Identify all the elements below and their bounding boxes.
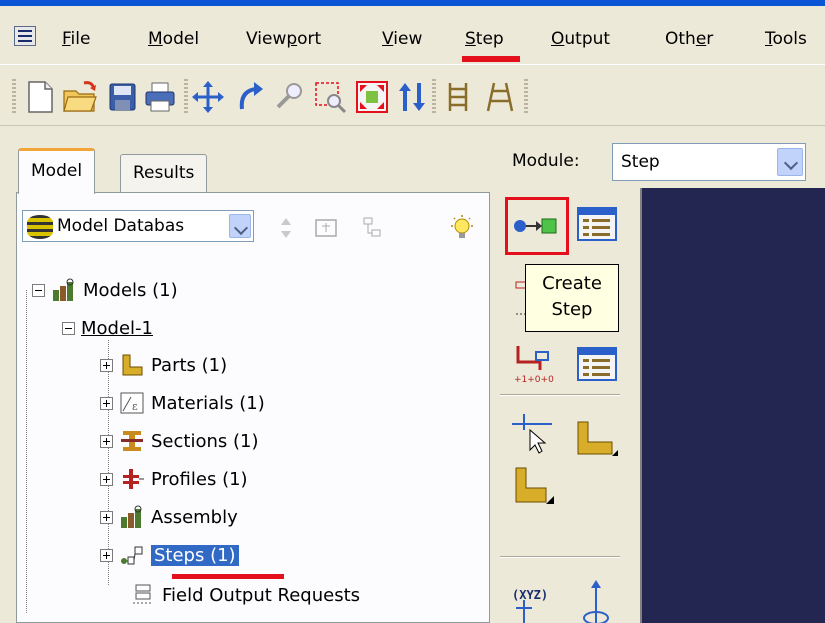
menu-view[interactable]: View: [382, 28, 422, 50]
mesh-render-icon[interactable]: [482, 79, 518, 115]
chevron-down-icon[interactable]: [229, 214, 251, 238]
toolbar-grip[interactable]: [184, 79, 188, 115]
box-zoom-icon[interactable]: [312, 79, 348, 115]
coordinate-system-icon[interactable]: [574, 580, 624, 623]
app-menu-icon[interactable]: [14, 26, 36, 46]
query-select-icon[interactable]: [510, 410, 560, 454]
tree-item-steps[interactable]: Steps (1): [100, 540, 239, 570]
tree-item-model-1[interactable]: Model-1: [62, 313, 153, 343]
menu-viewport[interactable]: Viewport: [246, 28, 321, 50]
step-manager-icon[interactable]: [572, 202, 622, 246]
cycle-views-icon[interactable]: [394, 79, 430, 115]
create-step-tooltip: Create Step: [525, 264, 619, 332]
expand-icon[interactable]: [100, 472, 113, 486]
collapse-icon[interactable]: [62, 321, 75, 335]
svg-text:+1+0+0: +1+0+0: [514, 375, 554, 385]
tree-line: [26, 290, 27, 613]
tree-item-profiles[interactable]: Profiles (1): [100, 464, 248, 494]
save-icon[interactable]: [104, 79, 140, 115]
expand-icon[interactable]: [100, 510, 113, 524]
zoom-icon[interactable]: [272, 79, 308, 115]
tree-structure-icon[interactable]: [358, 214, 386, 242]
module-label: Module:: [512, 151, 580, 171]
output-manager-icon[interactable]: [572, 342, 622, 386]
partition-icon[interactable]: [572, 416, 622, 460]
tooltip-line-1: Create: [542, 273, 602, 294]
menu-other[interactable]: Other: [665, 28, 713, 50]
tree-item-models[interactable]: Models (1): [32, 275, 178, 305]
lightbulb-icon[interactable]: [448, 214, 476, 242]
menu-output[interactable]: Output: [551, 28, 610, 50]
tree-label-steps: Steps (1): [151, 544, 239, 566]
create-step-highlight: [505, 197, 569, 255]
menu-bar: File Model Viewport View Step Output Oth…: [0, 6, 825, 64]
tree-item-assembly[interactable]: Assembly: [100, 502, 238, 532]
tree-item-field-output-requests[interactable]: Field Output Requests: [130, 580, 360, 610]
parts-icon: [122, 354, 143, 376]
module-select[interactable]: Step: [612, 143, 806, 181]
database-selector-bar: Model Databas: [22, 202, 262, 246]
materials-icon: ε: [120, 392, 144, 414]
sections-icon: [121, 431, 143, 451]
collapse-icon[interactable]: [32, 283, 45, 297]
tree-label-model-1: Model-1: [81, 317, 153, 339]
database-icon: [27, 215, 53, 239]
auto-fit-icon[interactable]: [354, 79, 390, 115]
tree-label-parts: Parts (1): [151, 354, 228, 376]
chevron-down-icon[interactable]: [777, 148, 803, 176]
print-icon[interactable]: [142, 79, 178, 115]
toolbar-grip[interactable]: [12, 79, 16, 115]
tree-label-models: Models (1): [83, 279, 178, 301]
expand-icon[interactable]: [100, 548, 113, 562]
expand-collapse-icon[interactable]: [272, 214, 300, 242]
datum-icon[interactable]: [510, 464, 560, 508]
tree-label-field-output: Field Output Requests: [162, 584, 361, 606]
assembly-icon: [121, 505, 142, 528]
toolbar-grip[interactable]: [432, 79, 436, 115]
toolbar-grip[interactable]: [524, 79, 528, 115]
tree-item-materials[interactable]: ε Materials (1): [100, 388, 265, 418]
tab-results[interactable]: Results: [120, 154, 208, 194]
model-tree-panel: Model Results Model Databas Models (1) M…: [12, 140, 490, 623]
graphics-viewport[interactable]: [640, 188, 825, 623]
rotate-icon[interactable]: [232, 79, 268, 115]
main-toolbar: [0, 64, 825, 126]
tab-model[interactable]: Model: [18, 148, 96, 194]
pan-icon[interactable]: [190, 79, 226, 115]
field-output-icon: [133, 584, 153, 604]
open-folder-icon[interactable]: [62, 79, 98, 115]
tree-label-profiles: Profiles (1): [151, 468, 248, 490]
history-output-create-icon[interactable]: +1+0+0: [510, 342, 560, 386]
tree-label-assembly: Assembly: [151, 506, 238, 528]
tree-item-sections[interactable]: Sections (1): [100, 426, 258, 456]
menu-tools[interactable]: Tools: [765, 28, 807, 50]
steps-highlight-underline: [172, 574, 284, 579]
expand-icon[interactable]: [100, 396, 113, 410]
model-database-select[interactable]: Model Databas: [22, 210, 254, 242]
tooltip-line-2: Step: [551, 299, 593, 320]
toolbox-separator: [500, 394, 620, 396]
expand-icon[interactable]: [100, 358, 113, 372]
menu-file[interactable]: File: [62, 28, 90, 50]
step-menu-highlight: [462, 56, 520, 62]
tree-label-materials: Materials (1): [151, 392, 265, 414]
module-value: Step: [621, 152, 660, 172]
model-database-label: Model Databas: [57, 216, 185, 236]
render-style-icon[interactable]: [440, 79, 476, 115]
expand-icon[interactable]: [100, 434, 113, 448]
menu-model[interactable]: Model: [148, 28, 199, 50]
tree-item-parts[interactable]: Parts (1): [100, 350, 227, 380]
tree-filter-icon[interactable]: [312, 214, 340, 242]
tree-label-sections: Sections (1): [151, 430, 259, 452]
models-icon: [53, 278, 74, 301]
profiles-icon: [123, 469, 144, 489]
new-file-icon[interactable]: [22, 79, 58, 115]
svg-text:ε: ε: [132, 400, 138, 413]
create-csys-icon[interactable]: [510, 600, 560, 623]
toolbox-separator: [500, 556, 620, 558]
steps-icon: [121, 546, 143, 565]
menu-step[interactable]: Step: [465, 28, 504, 50]
